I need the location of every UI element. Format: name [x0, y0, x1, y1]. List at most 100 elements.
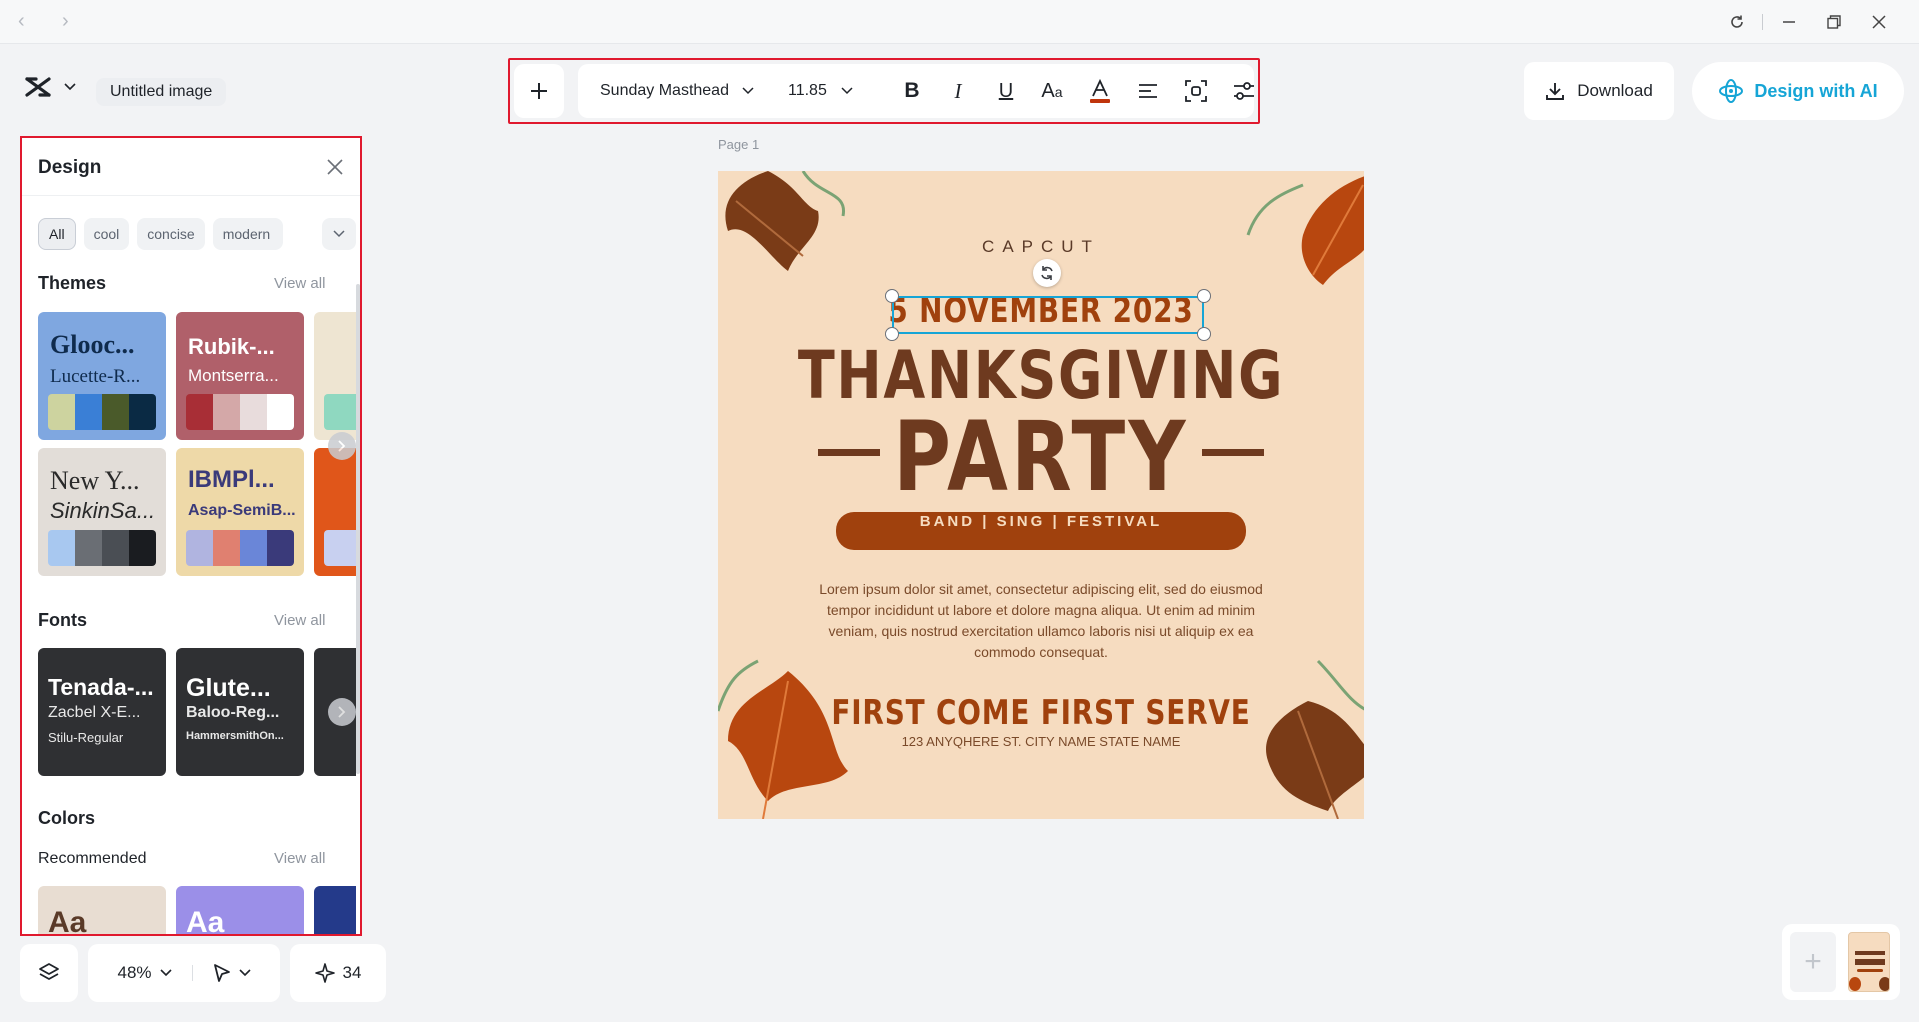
- ai-credits-button[interactable]: 34: [290, 944, 386, 1002]
- poster-title-line2[interactable]: PARTY: [776, 401, 1306, 513]
- pages-strip: +: [1782, 924, 1900, 1000]
- download-label: Download: [1577, 81, 1653, 100]
- poster-serve-text[interactable]: FIRST COME FIRST SERVE: [776, 693, 1306, 733]
- adjust-button[interactable]: [1230, 77, 1258, 105]
- colors-view-all-link[interactable]: View all: [274, 850, 325, 867]
- font-pairing-card[interactable]: Tenada-... Zacbel X-E... Stilu-Regular: [38, 648, 166, 776]
- chip-concise[interactable]: concise: [137, 218, 205, 250]
- restore-icon[interactable]: [1819, 8, 1849, 36]
- poster-address[interactable]: 123 ANYQHERE ST. CITY NAME STATE NAME: [718, 734, 1364, 749]
- color-palette-card[interactable]: Aa: [38, 886, 166, 936]
- add-element-button[interactable]: [514, 64, 564, 118]
- forward-arrow-icon[interactable]: ›: [62, 10, 69, 33]
- theme-card[interactable]: New Y... SinkinSa...: [38, 448, 166, 576]
- capcut-logo-icon: [25, 77, 51, 97]
- color-palette-card[interactable]: Aa: [176, 886, 304, 934]
- back-arrow-icon[interactable]: ‹: [18, 10, 25, 33]
- chip-all[interactable]: All: [38, 218, 76, 250]
- page-thumbnail[interactable]: [1848, 932, 1890, 992]
- close-window-icon[interactable]: [1864, 8, 1894, 36]
- thumb-banner-mark: [1857, 969, 1883, 972]
- rotate-handle[interactable]: [1033, 259, 1061, 287]
- chip-cool[interactable]: cool: [83, 218, 130, 250]
- theme-heading: Rubik-...: [188, 334, 275, 359]
- fonts-row: Tenada-... Zacbel X-E... Stilu-Regular G…: [38, 648, 356, 776]
- zoom-select[interactable]: 48%: [117, 963, 172, 983]
- panel-title: Design: [38, 157, 102, 178]
- theme-swatches: [48, 394, 156, 430]
- reload-icon[interactable]: [1722, 8, 1752, 36]
- theme-card[interactable]: IBMPl... Asap-SemiB...: [176, 448, 304, 576]
- window-titlebar: ‹ ›: [0, 0, 1919, 44]
- selection-box: [892, 296, 1204, 334]
- align-button[interactable]: [1134, 77, 1162, 105]
- design-with-ai-button[interactable]: Design with AI: [1692, 62, 1904, 120]
- text-color-button[interactable]: [1086, 77, 1114, 105]
- plus-icon: [531, 83, 547, 99]
- minimize-icon[interactable]: [1774, 8, 1804, 36]
- design-panel: Design All cool concise modern Themes Vi…: [20, 136, 362, 936]
- chevron-down-icon: [159, 969, 172, 977]
- theme-card-partial[interactable]: [314, 312, 356, 440]
- add-page-button[interactable]: +: [1790, 932, 1836, 992]
- theme-swatches: [48, 530, 156, 566]
- font-pairing-card[interactable]: Glute... Baloo-Reg... HammersmithOn...: [176, 648, 304, 776]
- text-case-icon: Aa: [1041, 79, 1063, 102]
- frame-select-icon: [1185, 80, 1207, 102]
- close-icon[interactable]: [324, 156, 346, 178]
- fonts-view-all-link[interactable]: View all: [274, 612, 325, 629]
- font-family-value: Sunday Masthead: [600, 82, 729, 99]
- theme-heading: Glooc...: [50, 330, 135, 359]
- theme-subfont: Asap-SemiB...: [188, 502, 296, 519]
- text-case-button[interactable]: Aa: [1038, 77, 1066, 105]
- chevron-down-icon: [742, 87, 754, 95]
- poster-banner-text[interactable]: BAND | SING | FESTIVAL: [718, 513, 1364, 530]
- italic-button[interactable]: I: [944, 77, 972, 105]
- download-icon: [1546, 83, 1565, 100]
- theme-subfont: SinkinSa...: [50, 498, 156, 523]
- theme-card[interactable]: Glooc... Lucette-R...: [38, 312, 166, 440]
- layers-button[interactable]: [20, 944, 78, 1002]
- chip-modern[interactable]: modern: [212, 218, 283, 250]
- design-canvas[interactable]: CAPCUT 5 NOVEMBER 2023 THANKSGIVING PART…: [718, 171, 1364, 819]
- theme-heading: New Y...: [50, 466, 140, 495]
- chips-expand-button[interactable]: [322, 218, 356, 250]
- resize-handle-top-right[interactable]: [1197, 289, 1211, 303]
- leaf-decoration-top-left: [725, 171, 845, 271]
- bottombar-divider: [191, 965, 193, 981]
- font-size-select[interactable]: 11.85: [788, 64, 853, 118]
- thumb-title-mark: [1855, 951, 1885, 955]
- font-secondary: Zacbel X-E...: [48, 704, 141, 721]
- panel-scrollbar[interactable]: [356, 284, 360, 774]
- pointer-tool-select[interactable]: [213, 963, 251, 983]
- themes-next-button[interactable]: [328, 432, 356, 460]
- design-with-ai-label: Design with AI: [1754, 80, 1878, 101]
- bold-button[interactable]: B: [898, 77, 926, 105]
- poster-body-text[interactable]: Lorem ipsum dolor sit amet, consectetur …: [814, 579, 1268, 663]
- text-color-icon: [1090, 79, 1110, 103]
- resize-handle-top-left[interactable]: [885, 289, 899, 303]
- color-sample-text: Aa: [48, 906, 87, 936]
- text-toolbar: Sunday Masthead 11.85 B I U Aa: [578, 64, 1254, 118]
- poster-brand[interactable]: CAPCUT: [718, 237, 1364, 257]
- theme-swatches: [186, 394, 294, 430]
- chevron-down-icon: [238, 969, 251, 977]
- themes-view-all-link[interactable]: View all: [274, 275, 325, 292]
- document-title[interactable]: Untitled image: [96, 78, 227, 106]
- app-logo-menu[interactable]: [24, 76, 76, 98]
- font-family-select[interactable]: Sunday Masthead: [600, 64, 754, 118]
- underline-button[interactable]: U: [992, 77, 1020, 105]
- theme-swatches: [324, 530, 356, 566]
- smart-select-button[interactable]: [1182, 77, 1210, 105]
- download-button[interactable]: Download: [1524, 62, 1674, 120]
- theme-swatches: [186, 530, 294, 566]
- theme-card[interactable]: Rubik-... Montserra...: [176, 312, 304, 440]
- chevron-down-icon: [64, 83, 76, 91]
- fonts-next-button[interactable]: [328, 698, 356, 726]
- themes-heading: Themes: [38, 273, 107, 293]
- font-primary: Glute...: [186, 674, 271, 702]
- color-palette-card-partial[interactable]: [314, 886, 356, 934]
- theme-card-partial[interactable]: [314, 448, 356, 576]
- font-primary: Tenada-...: [48, 674, 154, 700]
- chevron-down-icon: [841, 87, 853, 95]
